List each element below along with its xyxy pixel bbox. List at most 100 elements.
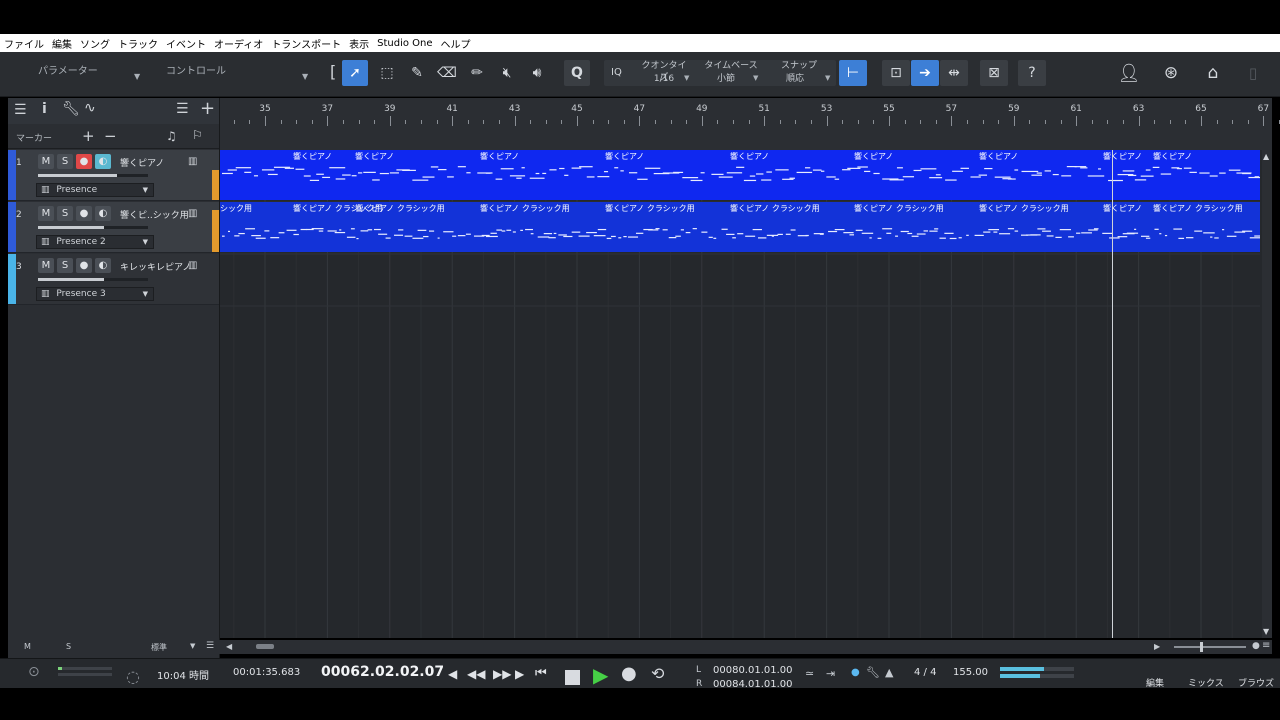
track-name[interactable]: 響くピアノ xyxy=(120,156,192,169)
horizontal-scrollbar-thumb[interactable] xyxy=(256,644,274,649)
bottom-s-button[interactable]: S xyxy=(66,642,71,651)
arrange-view[interactable]: ▲ ▼ 響くピアノ 響くピアノ 響くピアノ 響くピアノ 響くピアノ 響くピアノ 響くピアノ響… xyxy=(220,150,1272,638)
quantize-button[interactable]: Q xyxy=(564,60,590,86)
event-label[interactable]: 響くピアノ xyxy=(1153,151,1192,162)
home-button[interactable]: ⌂ xyxy=(1200,60,1226,86)
event-label[interactable]: 響くピアノ xyxy=(480,151,519,162)
volume-slider[interactable] xyxy=(38,226,148,229)
wrench-icon[interactable]: 🔧︎ xyxy=(62,101,80,117)
loop-start[interactable]: 00080.01.01.00 xyxy=(713,665,793,676)
menu-edit[interactable]: 編集 xyxy=(48,36,76,51)
iq-button[interactable]: IQ xyxy=(611,67,622,78)
menu-studio-one[interactable]: Studio One xyxy=(373,38,436,49)
play-button[interactable]: ▶ xyxy=(593,663,608,687)
solo-button[interactable]: S xyxy=(57,206,73,221)
track-name[interactable]: 響くピ..シック用 xyxy=(120,208,192,221)
loop-button[interactable]: ⟲ xyxy=(651,664,664,683)
mute-tool-button[interactable]: 🔇︎ xyxy=(494,60,520,86)
list-icon[interactable]: ☰ xyxy=(176,101,189,117)
range-tool-button[interactable]: ⬚ xyxy=(374,60,400,86)
elapsed-time[interactable]: 00:01:35.683 xyxy=(233,667,300,678)
event-label[interactable]: 響くピアノ クラシック用 xyxy=(854,203,944,214)
autoscroll-button[interactable]: ➔ xyxy=(911,60,939,86)
timeline-ruler[interactable]: 35 37 39 41 43 45 47 49 51 53 55 57 59 61 63 65 67 xyxy=(220,98,1280,151)
event-label[interactable]: 響くピアノ クラシック用 xyxy=(979,203,1069,214)
menu-transport[interactable]: トランスポート xyxy=(267,36,345,51)
list-icon[interactable]: ☰ xyxy=(206,641,214,651)
instrument-selector[interactable]: ▥ Presence 3 ▼ xyxy=(36,287,154,301)
event-label[interactable]: 響くピアノ xyxy=(1103,151,1142,162)
instrument-selector[interactable]: ▥ Presence 2 ▼ xyxy=(36,235,154,249)
metronome-wrench-icon[interactable]: 🔧︎ xyxy=(866,666,880,679)
precount-icon[interactable]: ≃ xyxy=(805,667,814,680)
menu-song[interactable]: ソング xyxy=(76,36,114,51)
tempo[interactable]: 155.00 xyxy=(953,667,988,678)
event-label[interactable]: 響くピアノ xyxy=(730,151,769,162)
menu-view[interactable]: 表示 xyxy=(345,36,373,51)
timebase-value[interactable]: 小節 xyxy=(702,73,750,85)
scroll-left-icon[interactable]: ◀ xyxy=(226,642,232,651)
menu-audio[interactable]: オーディオ xyxy=(210,36,267,51)
event-label[interactable]: 響くピアノ xyxy=(979,151,1018,162)
event-label[interactable]: 響くピアノ クラシック用 xyxy=(605,203,695,214)
event-label[interactable]: 響くピアノ xyxy=(854,151,893,162)
paint-tool-button[interactable]: ✏ xyxy=(464,60,490,86)
volume-slider[interactable] xyxy=(38,278,148,281)
vertical-scrollbar[interactable]: ▲ ▼ xyxy=(1262,150,1272,638)
metronome-dot-icon[interactable]: ● xyxy=(851,667,860,678)
event-label[interactable]: 響くピアノ xyxy=(1103,203,1142,214)
control-dropdown[interactable]: コントロール xyxy=(166,62,226,77)
track-2[interactable]: 2 M S ● ◐ 響くピ..シック用 ▥ ▥ Presence 2 ▼ xyxy=(8,202,219,253)
add-marker-icon[interactable]: + xyxy=(82,127,95,145)
bottom-m-button[interactable]: M xyxy=(24,642,31,651)
add-track-icon[interactable]: + xyxy=(200,98,215,119)
stop-button[interactable] xyxy=(565,670,580,685)
snap-value[interactable]: 順応 xyxy=(776,73,814,85)
autoscroll-stop-button[interactable]: ⊡ xyxy=(882,60,910,86)
arrow-tool-button[interactable]: ➚ xyxy=(342,60,368,86)
solo-button[interactable]: S xyxy=(57,154,73,169)
split-tool-button[interactable]: ✎ xyxy=(404,60,430,86)
quantize-value[interactable]: 1/16 xyxy=(638,73,690,85)
event-label[interactable]: シック用 xyxy=(220,203,252,214)
flag-icon[interactable]: ⚐ xyxy=(192,128,203,142)
user-button[interactable]: 👤︎ xyxy=(1116,60,1142,86)
record-arm-button[interactable]: ● xyxy=(76,258,92,273)
event-label[interactable]: 響くピアノ クラシック用 xyxy=(1153,203,1243,214)
scroll-down-icon[interactable]: ▼ xyxy=(1263,627,1269,636)
remove-marker-icon[interactable]: − xyxy=(104,127,117,145)
menu-track[interactable]: トラック xyxy=(114,36,162,51)
sync-button[interactable]: ⊛ xyxy=(1158,60,1184,86)
event-label[interactable]: 響くピアノ xyxy=(293,151,332,162)
zoom-slider-handle[interactable] xyxy=(1200,642,1203,652)
autopunch-icon[interactable]: ⇥ xyxy=(826,667,835,680)
rewind-button[interactable]: ◀◀ xyxy=(467,667,485,681)
scroll-right-icon[interactable]: ▶ xyxy=(1154,642,1160,651)
instrument-selector[interactable]: ▥ Presence ▼ xyxy=(36,183,154,197)
playhead[interactable] xyxy=(1112,150,1113,638)
zoom-slider[interactable] xyxy=(1174,646,1246,648)
menu-help[interactable]: ヘルプ xyxy=(437,36,475,51)
event-label[interactable]: 響くピアノ xyxy=(605,151,644,162)
monitor-button[interactable]: ◐ xyxy=(95,206,111,221)
menu-event[interactable]: イベント xyxy=(162,36,210,51)
position-counter[interactable]: 00062.02.02.07 xyxy=(321,664,444,680)
return-zero-button[interactable]: ◀ xyxy=(448,667,457,681)
event-label[interactable]: 響くピアノ クラシック用 xyxy=(730,203,820,214)
info-icon[interactable]: i xyxy=(42,101,47,117)
forward-button[interactable]: ▶▶ xyxy=(493,667,511,681)
track-1[interactable]: 1 M S ● ◐ 響くピアノ ▥ ▥ Presence ▼ xyxy=(8,150,219,201)
monitor-button[interactable]: ◐ xyxy=(95,154,111,169)
previous-marker-button[interactable]: ⏮︎ xyxy=(535,666,547,681)
track-3[interactable]: 3 M S ● ◐ キレッキレピアノ ▥ ▥ Presence 3 ▼ xyxy=(8,254,219,305)
automation-icon[interactable]: ∿ xyxy=(84,100,96,116)
note-icon[interactable]: ♫ xyxy=(166,129,177,143)
expand-button[interactable]: ⊠ xyxy=(980,60,1008,86)
mute-button[interactable]: M xyxy=(38,258,54,273)
metronome-icon[interactable]: ▲ xyxy=(885,666,893,679)
monitor-button[interactable]: ◐ xyxy=(95,258,111,273)
event-label[interactable]: 響くピアノ クラシック用 xyxy=(355,203,445,214)
mute-button[interactable]: M xyxy=(38,206,54,221)
menu-file[interactable]: ファイル xyxy=(0,36,48,51)
help-button[interactable]: ? xyxy=(1018,60,1046,86)
